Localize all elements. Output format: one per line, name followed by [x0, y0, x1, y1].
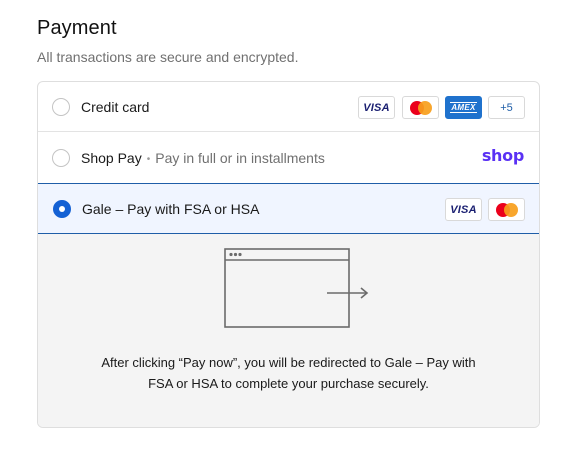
- shop-pay-label-group: Shop Pay • Pay in full or in installments: [81, 150, 325, 166]
- credit-card-radio[interactable]: [52, 97, 70, 116]
- payment-option-shop-pay[interactable]: Shop Pay • Pay in full or in installments …: [38, 133, 539, 183]
- redirect-message: After clicking “Pay now”, you will be re…: [101, 355, 476, 391]
- more-cards-badge: +5: [488, 96, 525, 119]
- visa-text: VISA: [363, 101, 390, 114]
- mastercard-icon: [402, 96, 439, 119]
- amex-card-icon: AMEX: [445, 96, 482, 119]
- shop-pay-label: Shop Pay: [81, 150, 142, 166]
- visa-card-icon: VISA: [445, 198, 482, 221]
- shop-pay-radio[interactable]: [52, 149, 70, 167]
- payment-methods-panel: Credit card VISA AMEX +5 Shop Pay • Pay in…: [37, 81, 540, 428]
- more-cards-count: +5: [500, 101, 513, 114]
- shop-pay-hint: Pay in full or in installments: [155, 150, 325, 166]
- visa-card-icon: VISA: [358, 96, 395, 119]
- gale-redirect-details: After clicking “Pay now”, you will be re…: [38, 234, 539, 427]
- gale-label: Gale – Pay with FSA or HSA: [82, 200, 260, 217]
- amex-text: AMEX: [450, 102, 477, 113]
- page-title: Payment: [37, 17, 117, 39]
- payment-option-credit-card[interactable]: Credit card VISA AMEX +5: [38, 82, 539, 132]
- credit-card-label: Credit card: [81, 98, 150, 115]
- payment-option-gale[interactable]: Gale – Pay with FSA or HSA VISA: [38, 183, 539, 234]
- page-subtitle: All transactions are secure and encrypte…: [37, 49, 299, 65]
- shop-pay-separator: •: [146, 154, 151, 165]
- shop-pay-logo: shop: [481, 146, 524, 165]
- visa-text: VISA: [450, 203, 477, 216]
- gale-radio[interactable]: [53, 199, 71, 218]
- mastercard-icon: [488, 198, 525, 221]
- browser-window-redirect-icon: [224, 248, 369, 328]
